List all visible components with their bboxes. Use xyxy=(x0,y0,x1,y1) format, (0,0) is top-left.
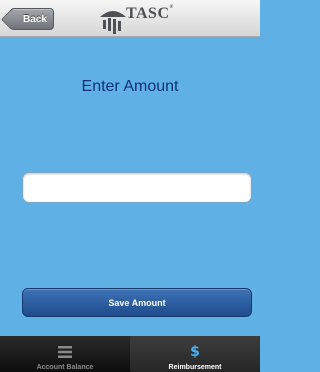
tab-bar: Account Balance $ Reimbursement xyxy=(0,336,260,372)
tasc-logo-icon xyxy=(100,11,126,34)
tab-account-balance-label: Account Balance xyxy=(36,364,94,371)
tasc-logo: TASC® xyxy=(98,3,178,35)
dollar-icon: $ xyxy=(190,344,200,360)
tasc-logo-text: TASC® xyxy=(126,5,174,22)
page-title: Enter Amount xyxy=(81,78,179,95)
tab-reimbursement-label: Reimbursement xyxy=(168,364,222,371)
amount-input[interactable] xyxy=(22,172,252,203)
navigation-bar: Back TASC® xyxy=(0,0,260,37)
save-amount-label: Save Amount xyxy=(108,297,166,308)
back-button-label: Back xyxy=(23,13,47,25)
tab-account-balance[interactable]: Account Balance xyxy=(0,336,130,372)
list-icon xyxy=(58,344,72,360)
tab-reimbursement[interactable]: $ Reimbursement xyxy=(130,336,260,372)
save-amount-button[interactable]: Save Amount xyxy=(22,288,252,317)
back-button[interactable]: Back xyxy=(10,8,54,30)
